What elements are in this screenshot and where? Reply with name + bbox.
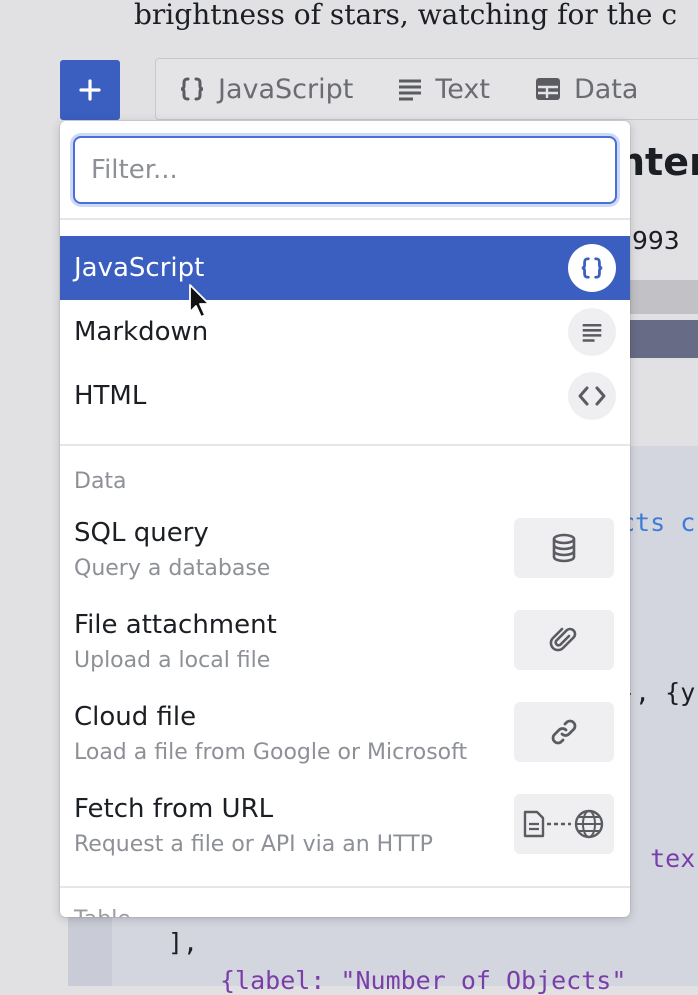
plus-icon [79, 79, 101, 101]
database-icon [514, 518, 614, 578]
menu-item-label: Markdown [74, 317, 209, 347]
menu-divider [60, 444, 630, 446]
menu-item-label: JavaScript [74, 253, 205, 283]
code-line: {label: "Number of Objects" [220, 966, 627, 995]
menu-item-subtitle: Request a file or API via an HTTP [74, 832, 433, 857]
menu-item-title: File attachment [74, 610, 277, 640]
link-icon [514, 702, 614, 762]
text-lines-icon [568, 308, 616, 356]
tab-data[interactable]: Data [512, 74, 660, 105]
menu-item-sql-query[interactable]: SQL query Query a database [60, 518, 630, 610]
braces-icon [568, 244, 616, 292]
menu-item-html[interactable]: HTML [60, 364, 630, 428]
code-line: . tex [620, 844, 696, 873]
menu-item-label: HTML [74, 381, 147, 411]
tab-text[interactable]: Text [375, 74, 512, 105]
menu-item-markdown[interactable]: Markdown [60, 300, 630, 364]
table-icon [535, 78, 560, 100]
menu-divider [60, 886, 630, 888]
menu-item-title: Cloud file [74, 702, 197, 732]
braces-icon [180, 77, 204, 101]
add-cell-menu: JavaScript Markdown HTML Data SQL query … [60, 121, 630, 917]
menu-item-subtitle: Load a file from Google or Microsoft [74, 740, 468, 765]
code-line: -, {y [620, 678, 696, 707]
menu-item-file-attachment[interactable]: File attachment Upload a local file [60, 610, 630, 702]
tab-label: Data [573, 73, 639, 105]
menu-item-subtitle: Query a database [74, 556, 271, 581]
menu-divider [60, 218, 630, 220]
cell-type-tabs: JavaScript Text Data [155, 58, 698, 120]
tab-label: JavaScript [218, 73, 354, 105]
filter-input[interactable] [73, 136, 617, 204]
section-label-table: Table [74, 907, 131, 917]
paperclip-icon [514, 610, 614, 670]
tab-javascript[interactable]: JavaScript [156, 74, 375, 105]
menu-item-title: Fetch from URL [74, 794, 274, 824]
menu-item-cloud-file[interactable]: Cloud file Load a file from Google or Mi… [60, 702, 630, 794]
mouse-cursor-icon [189, 284, 210, 318]
menu-item-title: SQL query [74, 518, 209, 548]
add-cell-button[interactable] [60, 60, 120, 120]
text-lines-icon [399, 79, 422, 101]
menu-item-fetch-from-url[interactable]: Fetch from URL Request a file or API via… [60, 794, 630, 886]
code-brackets-icon [568, 372, 616, 420]
cell-title-fragment: nter [618, 140, 698, 184]
code-line: cts c [620, 508, 696, 537]
notebook-prose: brightness of stars, watching for the c [134, 0, 678, 31]
code-line: ], [168, 928, 199, 957]
file-globe-icon [514, 794, 614, 854]
tab-label: Text [435, 73, 490, 105]
value-fragment: 993 [632, 226, 680, 255]
section-label-data: Data [74, 469, 127, 494]
menu-item-javascript[interactable]: JavaScript [60, 236, 630, 300]
menu-item-subtitle: Upload a local file [74, 648, 271, 673]
